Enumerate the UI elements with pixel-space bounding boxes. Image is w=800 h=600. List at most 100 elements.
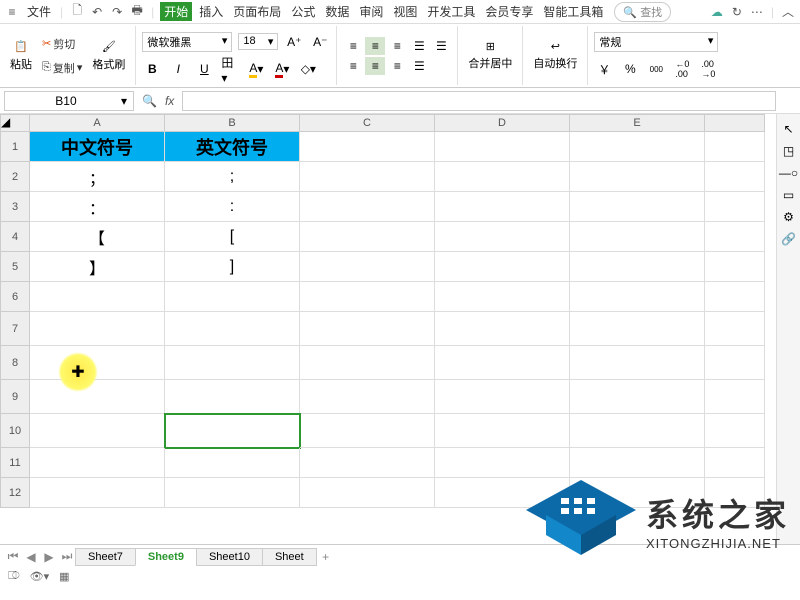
chevron-up-icon[interactable]: ︿	[780, 3, 796, 20]
dec-dec-button[interactable]: .00→0	[698, 59, 718, 79]
search-input[interactable]: 🔍 查找	[614, 2, 671, 22]
percent-button[interactable]: %	[620, 59, 640, 79]
cell[interactable]	[705, 192, 765, 222]
cell[interactable]	[435, 380, 570, 414]
cell[interactable]	[570, 132, 705, 162]
merge-center-button[interactable]: ⊞ 合并居中	[464, 38, 516, 73]
row-header[interactable]: 10	[0, 414, 30, 448]
file-menu[interactable]: 文件	[24, 3, 54, 20]
font-size-select[interactable]: 18▾	[238, 33, 278, 50]
cell[interactable]	[705, 380, 765, 414]
row-header[interactable]: 8	[0, 346, 30, 380]
cancel-icon[interactable]: 🔍	[142, 94, 157, 108]
column-header[interactable]: D	[435, 114, 570, 132]
cell[interactable]	[300, 132, 435, 162]
italic-button[interactable]: I	[168, 59, 188, 79]
redo-icon[interactable]: ↷	[109, 5, 125, 19]
cell[interactable]	[165, 414, 300, 448]
cell[interactable]	[165, 448, 300, 478]
format-painter-button[interactable]: 🖌 格式刷	[88, 38, 129, 74]
column-header[interactable]: A	[30, 114, 165, 132]
cell[interactable]	[300, 312, 435, 346]
increase-font-button[interactable]: A⁺	[284, 32, 304, 52]
cell[interactable]	[435, 252, 570, 282]
sync-icon[interactable]: ↻	[729, 5, 745, 19]
sheet-tab[interactable]: Sheet10	[196, 548, 263, 566]
cell[interactable]	[705, 162, 765, 192]
cell[interactable]: ；	[30, 162, 165, 192]
cell[interactable]	[165, 282, 300, 312]
border-button[interactable]: 田▾	[220, 59, 240, 79]
row-header[interactable]: 11	[0, 448, 30, 478]
row-header[interactable]: 5	[0, 252, 30, 282]
settings-icon[interactable]: ⚙	[783, 210, 794, 224]
dec-inc-button[interactable]: ←0.00	[672, 59, 692, 79]
align-top-left-icon[interactable]: ≡	[343, 37, 363, 55]
cell[interactable]	[300, 192, 435, 222]
row-header[interactable]: 7	[0, 312, 30, 346]
font-color-button[interactable]: A▾	[272, 59, 292, 79]
grid-icon[interactable]: ▦	[59, 570, 69, 583]
column-header[interactable]: B	[165, 114, 300, 132]
tab-insert[interactable]: 插入	[196, 3, 226, 20]
cell[interactable]	[300, 252, 435, 282]
cell[interactable]	[435, 132, 570, 162]
column-header[interactable]: E	[570, 114, 705, 132]
cell[interactable]	[705, 132, 765, 162]
cell[interactable]: [	[165, 222, 300, 252]
cell[interactable]	[705, 312, 765, 346]
undo-icon[interactable]: ↶	[89, 5, 105, 19]
cell[interactable]	[435, 162, 570, 192]
cell[interactable]	[705, 346, 765, 380]
cell[interactable]	[435, 282, 570, 312]
tab-layout[interactable]: 页面布局	[230, 3, 284, 20]
tab-data[interactable]: 数据	[322, 3, 352, 20]
cell[interactable]	[705, 448, 765, 478]
cell[interactable]: :	[165, 192, 300, 222]
align-center-icon[interactable]: ≡	[365, 57, 385, 75]
cell[interactable]	[30, 414, 165, 448]
cell[interactable]	[570, 380, 705, 414]
row-header[interactable]: 12	[0, 478, 30, 508]
link-icon[interactable]: 🔗	[781, 232, 796, 246]
cell[interactable]	[570, 192, 705, 222]
sheet-tab[interactable]: Sheet	[262, 548, 317, 566]
cloud-icon[interactable]: ☁	[709, 5, 725, 19]
align-left-icon[interactable]: ≡	[343, 57, 363, 75]
cell[interactable]	[705, 222, 765, 252]
cell[interactable]	[300, 380, 435, 414]
decrease-font-button[interactable]: A⁻	[310, 32, 330, 52]
cell[interactable]	[30, 346, 165, 380]
cell[interactable]: ;	[165, 162, 300, 192]
row-header[interactable]: 2	[0, 162, 30, 192]
row-header[interactable]: 6	[0, 282, 30, 312]
row-header[interactable]: 3	[0, 192, 30, 222]
tab-review[interactable]: 审阅	[356, 3, 386, 20]
cell[interactable]	[300, 346, 435, 380]
cell[interactable]	[570, 162, 705, 192]
cell[interactable]	[435, 192, 570, 222]
indent-dec-icon[interactable]: ☰	[409, 37, 429, 55]
prev-sheet-button[interactable]: ◀	[22, 550, 40, 564]
currency-button[interactable]: ￥	[594, 59, 614, 79]
next-sheet-button[interactable]: ▶	[40, 550, 58, 564]
cell[interactable]	[300, 448, 435, 478]
cell[interactable]	[300, 162, 435, 192]
align-top-right-icon[interactable]: ≡	[387, 37, 407, 55]
tab-vip[interactable]: 会员专享	[482, 3, 536, 20]
font-name-select[interactable]: 微软雅黑▾	[142, 32, 232, 52]
cell[interactable]	[570, 222, 705, 252]
column-header[interactable]: C	[300, 114, 435, 132]
paste-button[interactable]: 📋 粘贴	[6, 38, 36, 74]
cell[interactable]	[300, 414, 435, 448]
add-sheet-button[interactable]: +	[317, 550, 335, 564]
cell[interactable]	[570, 346, 705, 380]
cell[interactable]	[705, 414, 765, 448]
save-icon[interactable]: 🗋	[69, 1, 85, 22]
tab-formula[interactable]: 公式	[288, 3, 318, 20]
fx-icon[interactable]: fx	[165, 94, 174, 108]
cell[interactable]	[300, 282, 435, 312]
align-top-center-icon[interactable]: ≡	[365, 37, 385, 55]
stat-icon[interactable]: ⎄	[8, 570, 20, 583]
align-right-icon[interactable]: ≡	[387, 57, 407, 75]
